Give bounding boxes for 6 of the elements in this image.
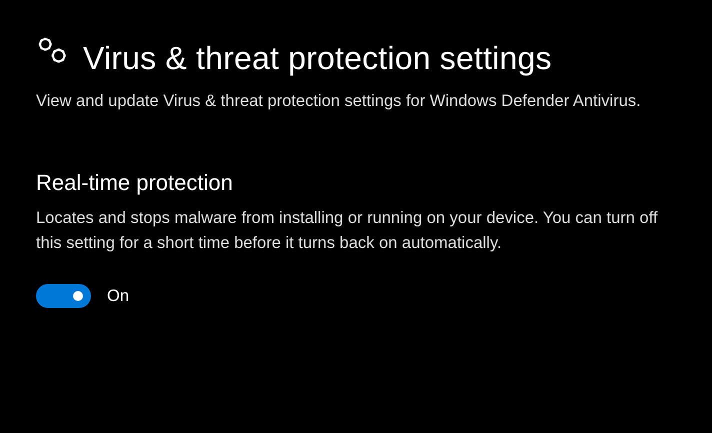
section-heading: Real-time protection <box>36 170 234 196</box>
toggle-switch[interactable] <box>36 284 91 308</box>
page-description: View and update Virus & threat protection settings for Windows Defender Antivirus. <box>36 91 642 112</box>
toggle-label: On <box>107 286 130 306</box>
page-title: Virus & threat protection settings <box>83 40 552 77</box>
section-description: Locates and stops malware from installing or running on your device. You can turn off this setting for a short time before it turns back on automatically. <box>36 208 659 254</box>
